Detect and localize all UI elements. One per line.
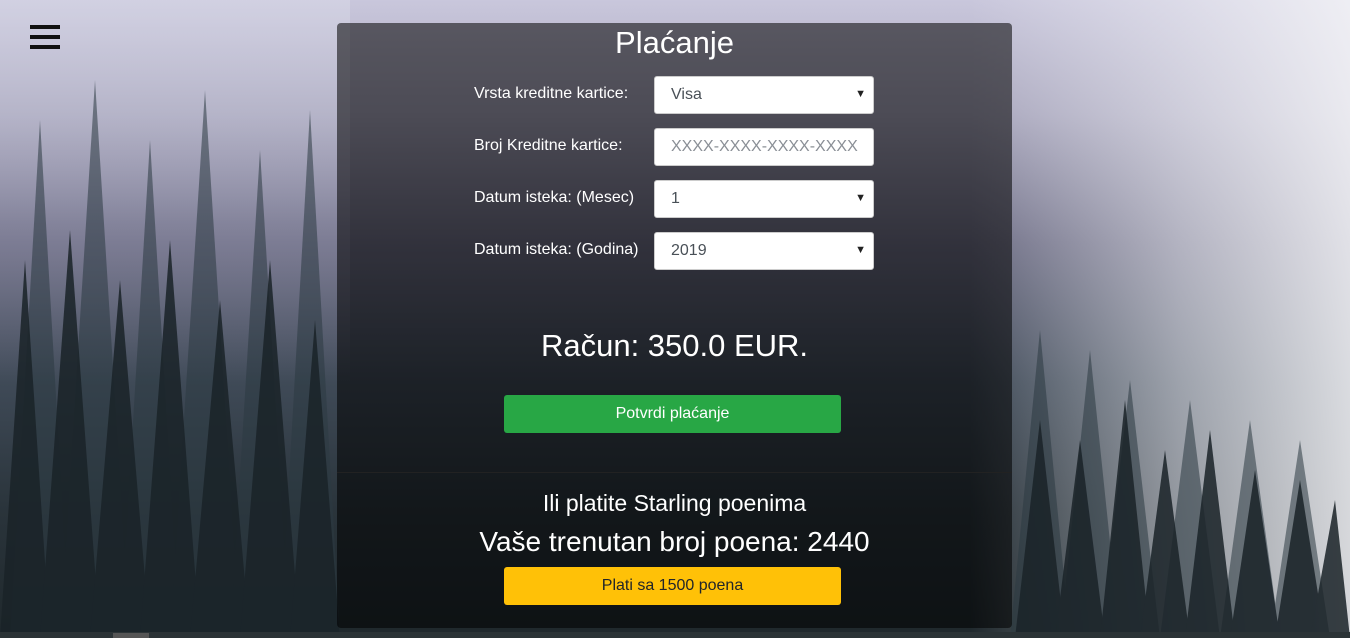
card-type-value: Visa <box>671 86 702 103</box>
card-number-label: Broj Kreditne kartice: <box>474 137 623 154</box>
exp-month-label: Datum isteka: (Mesec) <box>474 189 635 206</box>
section-divider <box>337 472 1012 473</box>
card-type-label: Vrsta kreditne kartice: <box>474 85 629 102</box>
exp-year-label: Datum isteka: (Godina) <box>474 241 639 258</box>
pay-with-points-button[interactable]: Plati sa 1500 poena <box>504 567 841 605</box>
hamburger-menu-icon[interactable] <box>30 25 60 49</box>
card-number-placeholder: XXXX-XXXX-XXXX-XXXX <box>671 138 858 155</box>
exp-month-select[interactable]: 1 ▼ <box>654 180 874 218</box>
card-type-row: Vrsta kreditne kartice: Visa ▼ <box>474 76 874 114</box>
caret-down-icon: ▼ <box>855 244 866 256</box>
menu-bar <box>30 45 60 49</box>
exp-year-value: 2019 <box>671 242 707 259</box>
exp-year-select[interactable]: 2019 ▼ <box>654 232 874 270</box>
exp-year-row: Datum isteka: (Godina) 2019 ▼ <box>474 232 874 270</box>
points-alt-title: Ili platite Starling poenima <box>542 490 807 516</box>
card-number-row: Broj Kreditne kartice: XXXX-XXXX-XXXX-XX… <box>474 128 874 166</box>
page-title: Plaćanje <box>615 25 734 60</box>
bill-amount: Račun: 350.0 EUR. <box>540 328 809 363</box>
horizontal-scrollbar[interactable] <box>0 632 1350 638</box>
card-number-input[interactable]: XXXX-XXXX-XXXX-XXXX <box>654 128 874 166</box>
card-type-select[interactable]: Visa ▼ <box>654 76 874 114</box>
scrollbar-thumb[interactable] <box>113 633 149 638</box>
confirm-payment-button[interactable]: Potvrdi plaćanje <box>504 395 841 433</box>
exp-month-value: 1 <box>671 190 680 207</box>
points-balance: Vaše trenutan broj poena: 2440 <box>479 526 870 557</box>
payment-panel: Plaćanje Vrsta kreditne kartice: Visa ▼ … <box>337 23 1012 628</box>
menu-bar <box>30 35 60 39</box>
caret-down-icon: ▼ <box>855 192 866 204</box>
menu-bar <box>30 25 60 29</box>
exp-month-row: Datum isteka: (Mesec) 1 ▼ <box>474 180 874 218</box>
caret-down-icon: ▼ <box>855 88 866 100</box>
